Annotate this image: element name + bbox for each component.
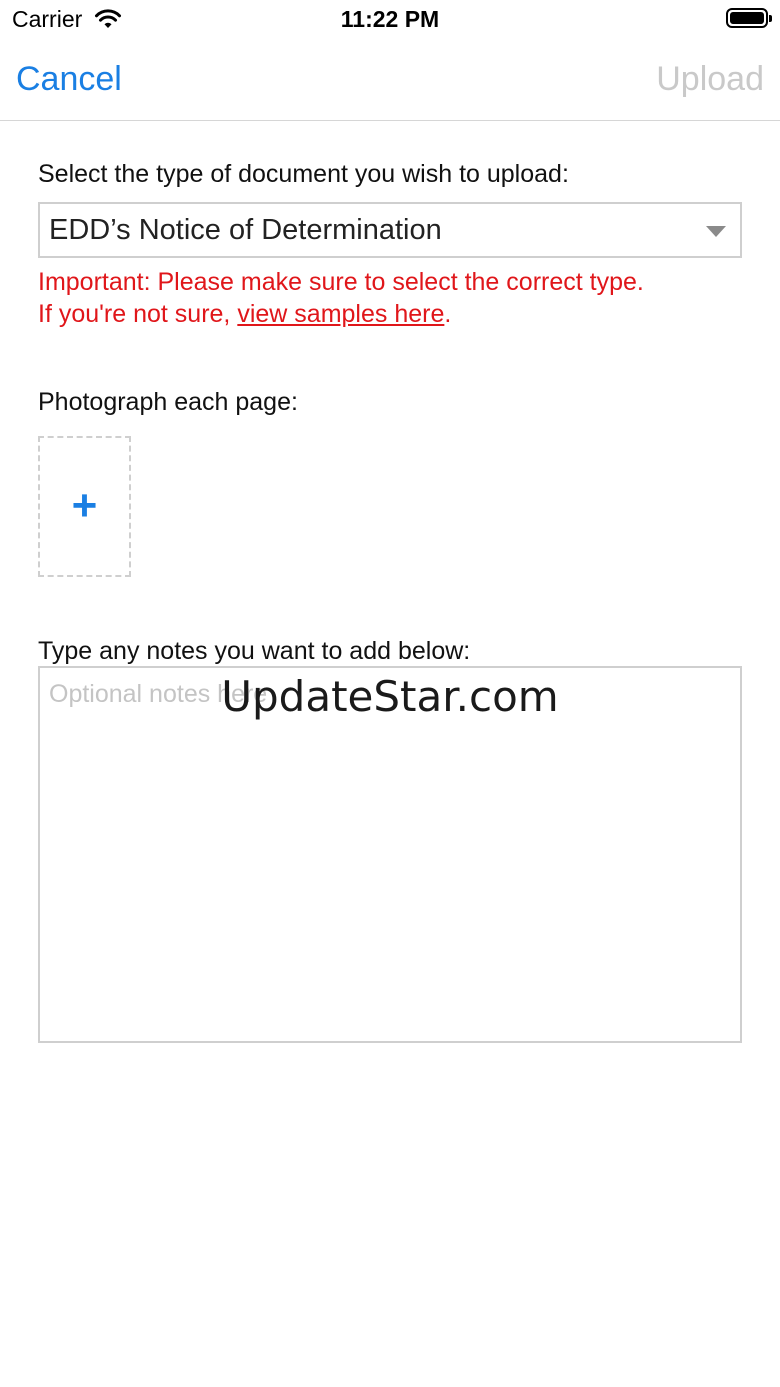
status-bar: Carrier 11:22 PM — [0, 0, 780, 40]
navigation-bar: Cancel Upload — [0, 40, 780, 121]
chevron-down-icon — [706, 226, 726, 237]
warning-prefix: If you're not sure, — [38, 300, 238, 328]
photograph-label: Photograph each page: — [38, 388, 298, 416]
document-type-value: EDD’s Notice of Determination — [49, 214, 442, 246]
cancel-button[interactable]: Cancel — [16, 60, 122, 99]
notes-label: Type any notes you want to add below: — [38, 637, 471, 665]
battery-icon — [726, 8, 772, 28]
notes-input[interactable] — [38, 666, 742, 1043]
view-samples-link[interactable]: view samples here — [237, 300, 444, 328]
plus-icon: + — [71, 481, 98, 530]
status-time: 11:22 PM — [340, 6, 440, 32]
warning-suffix: . — [444, 300, 452, 328]
warning-line-1: Important: Please make sure to select th… — [38, 268, 644, 296]
document-type-label: Select the type of document you wish to … — [38, 160, 569, 188]
document-type-warning: Important: Please make sure to select th… — [38, 266, 644, 330]
document-type-select[interactable]: EDD’s Notice of Determination — [38, 202, 742, 258]
upload-button[interactable]: Upload — [656, 60, 764, 99]
add-photo-button[interactable]: + — [38, 436, 131, 577]
warning-line-2: If you're not sure, view samples here. — [38, 298, 644, 330]
